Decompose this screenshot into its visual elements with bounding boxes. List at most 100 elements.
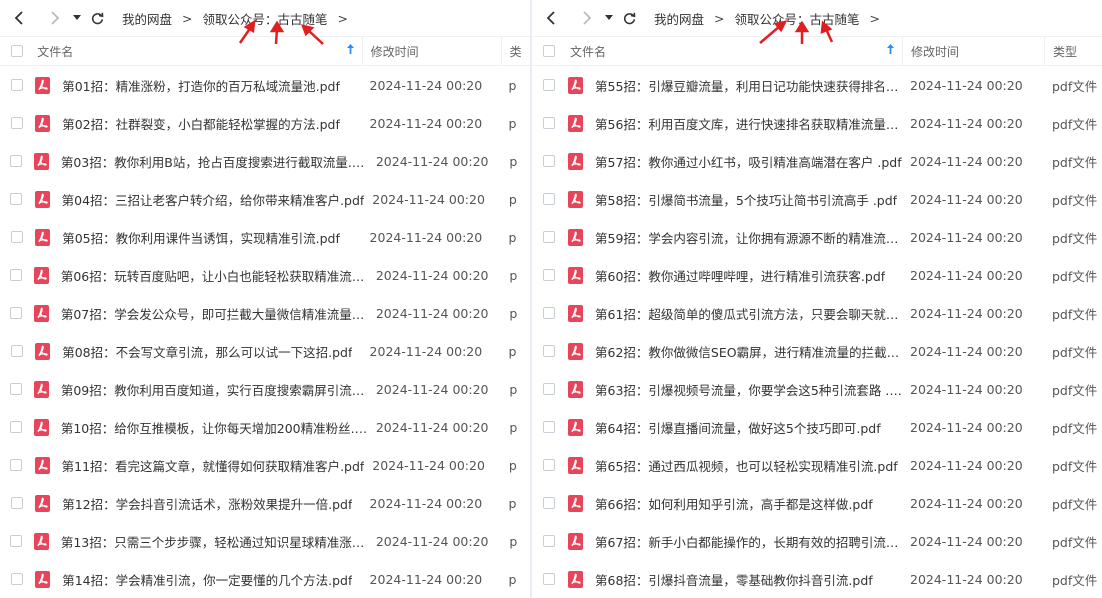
row-checkbox[interactable] [543, 307, 555, 319]
file-name[interactable]: 第67招：新手小白都能操作的，长期有效的招聘引流方法... [595, 532, 902, 551]
file-name[interactable]: 第10招：给你互推模板，让你每天增加200精准粉丝.pdf [61, 418, 368, 437]
row-checkbox[interactable] [10, 231, 23, 243]
row-checkbox[interactable] [543, 421, 555, 433]
file-name[interactable]: 第04招：三招让老客户转介绍，给你带来精准客户.pdf [62, 190, 365, 209]
column-header-type[interactable]: 类 [500, 37, 531, 65]
file-name[interactable]: 第09招：教你利用百度知道，实行百度搜索霸屏引流.pdf [61, 380, 368, 399]
row-checkbox[interactable] [9, 383, 22, 395]
file-row[interactable]: 第59招：学会内容引流，让你拥有源源不断的精准流量 .p... 2024-11-2… [532, 218, 1102, 256]
file-name[interactable]: 第07招：学会发公众号，即可拦截大量微信精准流量.pdf [61, 304, 368, 323]
file-name[interactable]: 第60招：教你通过哔哩哔哩，进行精准引流获客.pdf [595, 266, 885, 285]
file-name[interactable]: 第57招：教你通过小红书，吸引精准高端潜在客户 .pdf [595, 152, 902, 171]
row-checkbox[interactable] [543, 459, 555, 471]
forward-icon[interactable] [576, 7, 598, 29]
file-row[interactable]: 第06招：玩转百度贴吧，让小白也能轻松获取精准流量.pdf 2024-11-24 … [0, 256, 530, 294]
file-row[interactable]: 第13招：只需三个步步骤，轻松通过知识星球精准涨粉.pdf 2024-11-24 … [0, 522, 530, 560]
file-row[interactable]: 第09招：教你利用百度知道，实行百度搜索霸屏引流.pdf 2024-11-24 0… [0, 370, 530, 408]
file-row[interactable]: 第64招：引爆直播间流量，做好这5个技巧即可.pdf 2024-11-24 00:… [532, 408, 1102, 446]
sort-ascending-icon[interactable] [346, 44, 354, 54]
row-checkbox[interactable] [543, 269, 555, 281]
file-row[interactable]: 第66招：如何利用知乎引流，高手都是这样做.pdf 2024-11-24 00:2… [532, 484, 1102, 522]
file-name[interactable]: 第06招：玩转百度贴吧，让小白也能轻松获取精准流量.pdf [61, 266, 368, 285]
file-name[interactable]: 第58招：引爆简书流量，5个技巧让简书引流高手 .pdf [595, 190, 897, 209]
file-name[interactable]: 第08招：不会写文章引流，那么可以试一下这招.pdf [62, 342, 352, 361]
file-row[interactable]: 第68招：引爆抖音流量，零基础教你抖音引流.pdf 2024-11-24 00:2… [532, 560, 1102, 598]
row-checkbox[interactable] [543, 535, 555, 547]
file-row[interactable]: 第10招：给你互推模板，让你每天增加200精准粉丝.pdf 2024-11-24 … [0, 408, 530, 446]
row-checkbox[interactable] [10, 573, 23, 585]
file-name[interactable]: 第65招：通过西瓜视频，也可以轻松实现精准引流.pdf [595, 456, 898, 475]
row-checkbox[interactable] [543, 383, 555, 395]
forward-icon[interactable] [44, 7, 66, 29]
row-checkbox[interactable] [9, 155, 22, 167]
file-row[interactable]: 第01招：精准涨粉，打造你的百万私域流量池.pdf 2024-11-24 00:2… [0, 66, 530, 104]
file-row[interactable]: 第62招：教你做微信SEO霸屏，进行精准流量的拦截.pdf 2024-11-24 … [532, 332, 1102, 370]
refresh-icon[interactable] [86, 7, 108, 29]
file-row[interactable]: 第60招：教你通过哔哩哔哩，进行精准引流获客.pdf 2024-11-24 00:… [532, 256, 1102, 294]
file-row[interactable]: 第11招：看完这篇文章，就懂得如何获取精准客户.pdf 2024-11-24 00… [0, 446, 530, 484]
file-name[interactable]: 第64招：引爆直播间流量，做好这5个技巧即可.pdf [595, 418, 881, 437]
file-row[interactable]: 第57招：教你通过小红书，吸引精准高端潜在客户 .pdf 2024-11-24 0… [532, 142, 1102, 180]
row-checkbox[interactable] [543, 231, 555, 243]
refresh-icon[interactable] [618, 7, 640, 29]
file-name[interactable]: 第61招：超级简单的傻瓜式引流方法，只要会聊天就行 .p... [595, 304, 902, 323]
select-all-checkbox[interactable] [543, 45, 555, 57]
file-row[interactable]: 第04招：三招让老客户转介绍，给你带来精准客户.pdf 2024-11-24 00… [0, 180, 530, 218]
column-header-modified[interactable]: 修改时间 [361, 37, 501, 65]
row-checkbox[interactable] [543, 117, 555, 129]
row-checkbox[interactable] [10, 497, 23, 509]
file-name[interactable]: 第14招：学会精准引流，你一定要懂的几个方法.pdf [62, 570, 352, 589]
row-checkbox[interactable] [10, 193, 23, 205]
file-row[interactable]: 第55招：引爆豆瓣流量，利用日记功能快速获得排名截流... 2024-11-24 … [532, 66, 1102, 104]
row-checkbox[interactable] [9, 307, 22, 319]
file-row[interactable]: 第58招：引爆简书流量，5个技巧让简书引流高手 .pdf 2024-11-24 0… [532, 180, 1102, 218]
row-checkbox[interactable] [543, 155, 555, 167]
file-name[interactable]: 第59招：学会内容引流，让你拥有源源不断的精准流量 .p... [595, 228, 902, 247]
sort-ascending-icon[interactable] [887, 44, 894, 54]
row-checkbox[interactable] [543, 497, 555, 509]
file-row[interactable]: 第02招：社群裂变，小白都能轻松掌握的方法.pdf 2024-11-24 00:2… [0, 104, 530, 142]
file-row[interactable]: 第12招：学会抖音引流话术，涨粉效果提升一倍.pdf 2024-11-24 00:… [0, 484, 530, 522]
file-name[interactable]: 第12招：学会抖音引流话术，涨粉效果提升一倍.pdf [62, 494, 352, 513]
file-name[interactable]: 第11招：看完这篇文章，就懂得如何获取精准客户.pdf [62, 456, 365, 475]
row-checkbox[interactable] [10, 345, 23, 357]
row-checkbox[interactable] [9, 269, 22, 281]
column-header-type[interactable]: 类型 [1044, 37, 1102, 65]
file-row[interactable]: 第07招：学会发公众号，即可拦截大量微信精准流量.pdf 2024-11-24 0… [0, 294, 530, 332]
back-icon[interactable] [540, 7, 562, 29]
file-name[interactable]: 第63招：引爆视频号流量，你要学会这5种引流套路 .pdf [595, 380, 902, 399]
file-name[interactable]: 第05招：教你利用课件当诱饵，实现精准引流.pdf [62, 228, 340, 247]
file-row[interactable]: 第14招：学会精准引流，你一定要懂的几个方法.pdf 2024-11-24 00:… [0, 560, 530, 598]
row-checkbox[interactable] [10, 79, 23, 91]
file-name[interactable]: 第68招：引爆抖音流量，零基础教你抖音引流.pdf [595, 570, 873, 589]
select-all-checkbox[interactable] [10, 45, 23, 57]
file-row[interactable]: 第63招：引爆视频号流量，你要学会这5种引流套路 .pdf 2024-11-24 … [532, 370, 1102, 408]
column-header-name[interactable]: 文件名 [566, 37, 902, 65]
row-checkbox[interactable] [9, 535, 22, 547]
row-checkbox[interactable] [10, 117, 23, 129]
file-row[interactable]: 第61招：超级简单的傻瓜式引流方法，只要会聊天就行 .p... 2024-11-2… [532, 294, 1102, 332]
file-name[interactable]: 第13招：只需三个步步骤，轻松通过知识星球精准涨粉.pdf [61, 532, 368, 551]
file-name[interactable]: 第55招：引爆豆瓣流量，利用日记功能快速获得排名截流... [595, 76, 902, 95]
file-row[interactable]: 第67招：新手小白都能操作的，长期有效的招聘引流方法... 2024-11-24 … [532, 522, 1102, 560]
file-name[interactable]: 第66招：如何利用知乎引流，高手都是这样做.pdf [595, 494, 873, 513]
file-name[interactable]: 第62招：教你做微信SEO霸屏，进行精准流量的拦截.pdf [595, 342, 902, 361]
file-name[interactable]: 第02招：社群裂变，小白都能轻松掌握的方法.pdf [62, 114, 340, 133]
file-name[interactable]: 第01招：精准涨粉，打造你的百万私域流量池.pdf [62, 76, 340, 95]
file-row[interactable]: 第05招：教你利用课件当诱饵，实现精准引流.pdf 2024-11-24 00:2… [0, 218, 530, 256]
row-checkbox[interactable] [543, 345, 555, 357]
row-checkbox[interactable] [10, 459, 23, 471]
history-dropdown-icon[interactable] [602, 7, 616, 29]
file-row[interactable]: 第08招：不会写文章引流，那么可以试一下这招.pdf 2024-11-24 00:… [0, 332, 530, 370]
column-header-modified[interactable]: 修改时间 [902, 37, 1044, 65]
file-name[interactable]: 第56招：利用百度文库，进行快速排名获取精准流量.pdf [595, 114, 902, 133]
file-row[interactable]: 第56招：利用百度文库，进行快速排名获取精准流量.pdf 2024-11-24 0… [532, 104, 1102, 142]
breadcrumb-folder[interactable]: 领取公众号：古古随笔 [203, 9, 328, 28]
breadcrumb-root[interactable]: 我的网盘 [654, 9, 704, 28]
row-checkbox[interactable] [543, 193, 555, 205]
row-checkbox[interactable] [9, 421, 22, 433]
column-header-name[interactable]: 文件名 [33, 37, 361, 65]
breadcrumb-folder[interactable]: 领取公众号：古古随笔 [735, 9, 860, 28]
row-checkbox[interactable] [543, 79, 555, 91]
back-icon[interactable] [8, 7, 30, 29]
